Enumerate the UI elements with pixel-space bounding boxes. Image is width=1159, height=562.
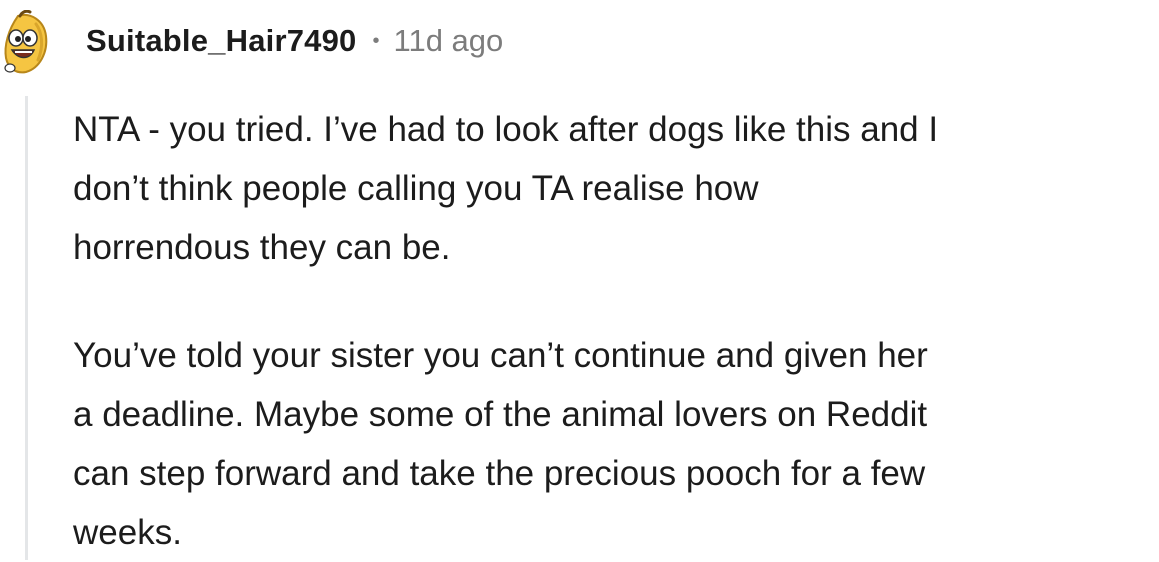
comment-paragraph: NTA - you tried. I’ve had to look after … <box>73 110 939 267</box>
comment: Suitable_Hair7490 • 11d ago NTA - you tr… <box>0 0 1159 560</box>
thread-line[interactable] <box>25 96 28 560</box>
comment-paragraph: You’ve told your sister you can’t contin… <box>73 336 928 552</box>
timestamp[interactable]: 11d ago <box>394 23 504 59</box>
comment-header: Suitable_Hair7490 • 11d ago <box>86 18 503 64</box>
comment-body: NTA - you tried. I’ve had to look after … <box>73 100 1157 562</box>
banana-avatar-icon <box>4 9 48 74</box>
avatar[interactable] <box>0 9 56 76</box>
username-link[interactable]: Suitable_Hair7490 <box>86 23 357 59</box>
separator-dot: • <box>372 29 380 52</box>
